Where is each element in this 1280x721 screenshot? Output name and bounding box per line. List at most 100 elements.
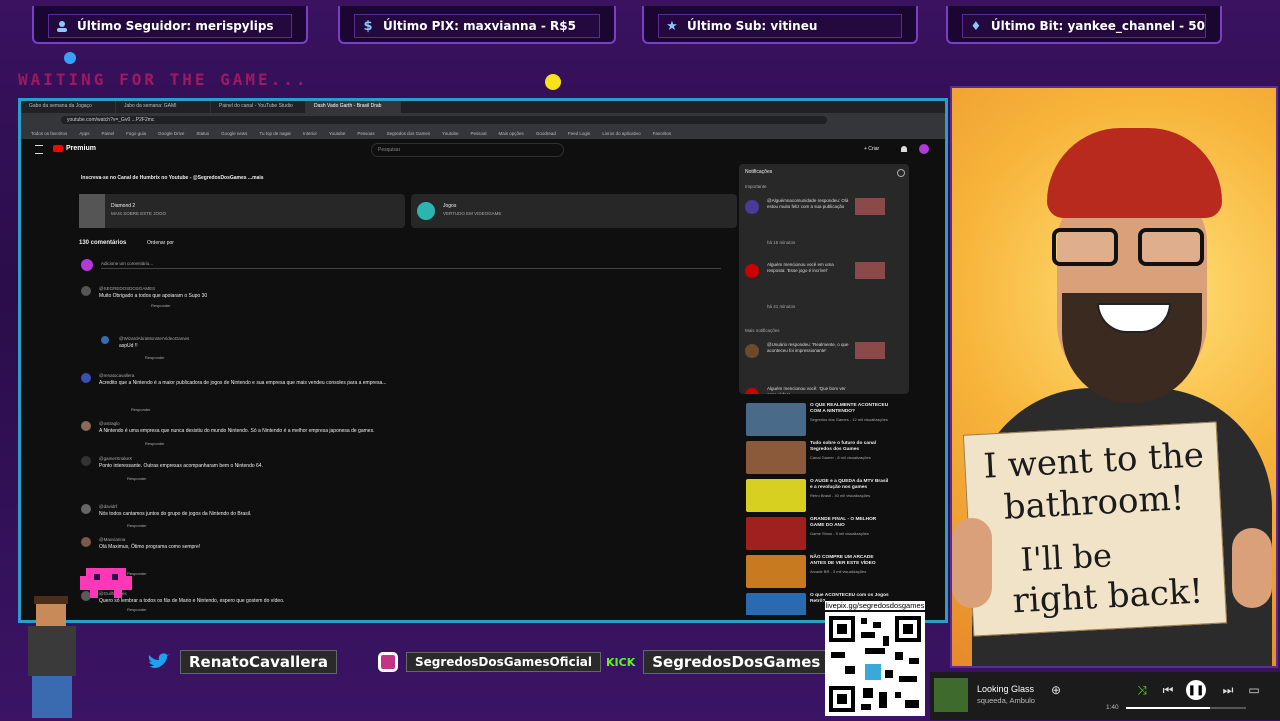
comment-author[interactable]: @ostraglo xyxy=(99,421,120,426)
notification-avatar xyxy=(745,264,759,278)
video-meta: Segredos dos Games - 12 mil visualizaçõe… xyxy=(810,417,888,422)
comment-body: Acredito que a Nintendo é a maior public… xyxy=(99,380,387,386)
sort-button[interactable]: Ordenar por xyxy=(147,240,174,246)
video-title: O QUE REALMENTE ACONTECEU COM A NINTENDO… xyxy=(810,403,889,414)
recommended-video[interactable]: NÃO COMPRE UM ARCADE ANTES DE VER ESTE V… xyxy=(746,555,891,588)
recommended-video[interactable]: O AUGE e a QUEDA da MTV Brasil e a revol… xyxy=(746,479,891,512)
browser-tabs: Gabo da semana da Jogaço Jabo da semana:… xyxy=(21,101,945,113)
user-avatar xyxy=(81,259,93,271)
add-icon[interactable]: ⊕ xyxy=(1046,680,1066,700)
notification-item[interactable]: Alguém mencionou você em uma resposta: '… xyxy=(743,258,905,314)
comment-author[interactable]: @gamerSnakeX xyxy=(99,456,132,461)
notification-text: Alguém mencionou você: 'Que bom ver esse… xyxy=(767,386,846,394)
youtube-logo[interactable]: Premium xyxy=(53,145,96,152)
bookmark[interactable]: Painel xyxy=(102,131,115,136)
comment-body: aspUd !! xyxy=(119,343,138,349)
comment-avatar xyxy=(81,286,91,296)
notification-item[interactable]: Alguém mencionou você: 'Que bom ver esse… xyxy=(743,382,905,394)
community-banner[interactable]: Inscreva-se no Canal de Humbrix no Youtu… xyxy=(81,175,264,181)
bell-icon[interactable] xyxy=(901,146,907,152)
previous-icon[interactable]: ⏮ xyxy=(1158,680,1178,700)
pause-button[interactable]: ❚❚ xyxy=(1186,680,1206,700)
dollar-icon: $ xyxy=(363,18,373,34)
glasses-lens-left xyxy=(1052,228,1118,266)
comment-author[interactable]: @SEGREDOSDOSGAMES xyxy=(99,286,155,291)
diamond-icon: ♦ xyxy=(970,19,982,33)
comment-author[interactable]: @Maxvianna xyxy=(99,537,125,542)
ticker-bit: ♦ Último Bit: yankee_channel - 50 xyxy=(946,6,1222,44)
lyrics-icon[interactable]: ▭ xyxy=(1244,680,1264,700)
create-button[interactable]: + Criar xyxy=(864,146,879,152)
next-icon[interactable]: ⏭ xyxy=(1218,680,1238,700)
waiting-text: WAITING FOR THE GAME... xyxy=(18,70,309,89)
reply-button[interactable]: Responder xyxy=(127,607,147,612)
notification-text: @Usuário respondeu: 'Realmente, o que ac… xyxy=(767,342,849,353)
track-time: 1:40 xyxy=(1106,704,1119,711)
progress-bar[interactable] xyxy=(1126,707,1246,709)
notification-thumbnail xyxy=(855,262,885,279)
bookmark[interactable]: Todos os favoritos xyxy=(31,131,67,136)
recommended-video[interactable]: GRANDE FINAL - O MELHOR GAME DO ANO Game… xyxy=(746,517,891,550)
bookmark[interactable]: Youtube xyxy=(329,131,345,136)
video-title: NÃO COMPRE UM ARCADE ANTES DE VER ESTE V… xyxy=(810,555,876,566)
bookmark[interactable]: Pessoal xyxy=(471,131,487,136)
video-title: O AUGE e a QUEDA da MTV Brasil e a revol… xyxy=(810,479,889,490)
browser-tab[interactable]: Gabo da semana da Jogaço xyxy=(21,101,116,113)
search-input[interactable]: Pesquisar xyxy=(371,143,564,157)
comment-body: Nós todos cantamos juntos do grupo de jo… xyxy=(99,511,252,517)
social-kick: KICK SegredosDosGames xyxy=(606,647,830,677)
browser-tab[interactable]: Jabo da semana: GAMI xyxy=(116,101,211,113)
comment-avatar xyxy=(81,421,91,431)
reply-button[interactable]: Responder xyxy=(145,441,165,446)
bookmark[interactable]: Google Drive xyxy=(158,131,184,136)
bookmark[interactable]: Feed Login xyxy=(568,131,591,136)
gamepad-icon xyxy=(79,194,105,228)
comment-author[interactable]: @WizardAbraMonsterVideoGames xyxy=(119,336,189,341)
glasses-lens-right xyxy=(1138,228,1204,266)
recommended-video[interactable]: O QUE REALMENTE ACONTECEU COM A NINTENDO… xyxy=(746,403,891,436)
bookmark[interactable]: Segredos dos Games xyxy=(387,131,431,136)
shuffle-icon[interactable]: ⤨ xyxy=(1132,680,1152,700)
topic-card[interactable]: Jogos VERTUDO EM VIDEOGAME xyxy=(411,194,737,228)
bookmark[interactable]: Fogo guia xyxy=(126,131,146,136)
bookmark[interactable]: Livros do aplicativo xyxy=(602,131,640,136)
bookmark[interactable]: Tu top de nagar xyxy=(259,131,291,136)
recommended-video[interactable]: Tudo sobre o futuro do canal Segredos do… xyxy=(746,441,891,474)
comment-author[interactable]: @renatocavallera xyxy=(99,373,134,378)
menu-icon[interactable] xyxy=(35,145,43,154)
settings-icon[interactable] xyxy=(897,169,905,177)
comment-avatar xyxy=(81,456,91,466)
bookmark[interactable]: Goodread xyxy=(536,131,556,136)
url-field[interactable]: youtube.com/watch?v=_Gv0 ...P2F2mc xyxy=(61,116,827,124)
browser-tab[interactable]: Painel do canal - YouTube Studio xyxy=(211,101,306,113)
qr-code: livepix.gg/segredosdosgames xyxy=(825,601,925,716)
reply-button[interactable]: Responder xyxy=(131,407,151,412)
bookmark[interactable]: Youtube xyxy=(442,131,458,136)
browser-tab-active[interactable]: Dash Vado Garth - Brasil Drab xyxy=(306,101,401,113)
reply-button[interactable]: Responder xyxy=(127,523,147,528)
video-meta: Game Show - 5 mil visualizações xyxy=(810,531,869,536)
bookmark[interactable]: Interior xyxy=(303,131,317,136)
video-meta: Retro Brasil - 40 mil visualizações xyxy=(810,493,871,498)
reply-button[interactable]: Responder xyxy=(151,303,171,308)
reply-button[interactable]: Responder xyxy=(127,476,147,481)
social-instagram: SegredosDosGamesOficial xyxy=(378,647,602,677)
notification-item[interactable]: @Alguémnacomunidade respondeu: Olá estou… xyxy=(743,194,905,250)
reply-button[interactable]: Responder xyxy=(145,355,165,360)
user-icon xyxy=(55,19,69,33)
avatar[interactable] xyxy=(919,144,929,154)
bookmark[interactable]: Status xyxy=(196,131,209,136)
bookmark[interactable]: Apps xyxy=(79,131,89,136)
bookmark[interactable]: Mais opções xyxy=(499,131,524,136)
add-comment-input[interactable]: Adicione um comentário... xyxy=(101,261,721,269)
notification-avatar xyxy=(745,200,759,214)
notification-text: Alguém mencionou você em uma resposta: '… xyxy=(767,262,834,273)
comment-author[interactable]: @davidrf xyxy=(99,504,117,509)
ticker-sub: ★ Último Sub: vitineu xyxy=(642,6,918,44)
bookmark[interactable]: Pessoas xyxy=(357,131,374,136)
comment-body: Ponto interessante. Outras empresas acom… xyxy=(99,463,263,469)
bookmark[interactable]: Google news xyxy=(221,131,247,136)
bookmark[interactable]: Favoritos xyxy=(653,131,672,136)
ticker-follower-text: Último Seguidor: merispylips xyxy=(77,19,274,33)
game-card[interactable]: Diamond 2 MAIS SOBRE ESTE JOGO xyxy=(79,194,405,228)
